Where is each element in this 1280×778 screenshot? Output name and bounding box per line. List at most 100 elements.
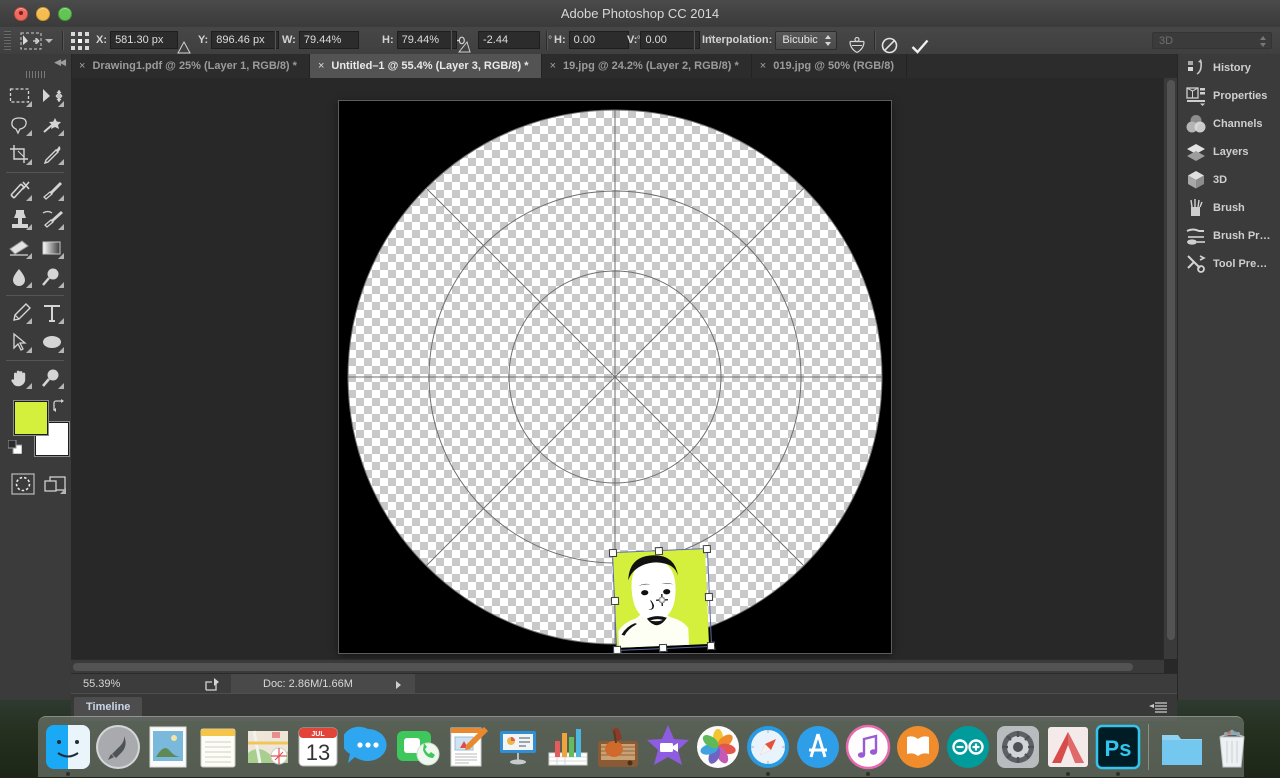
dock-item-app-store[interactable] (794, 723, 842, 771)
dock-item-itunes[interactable] (844, 723, 892, 771)
dock-item-finder[interactable] (44, 723, 92, 771)
dock-item-trash[interactable] (1208, 723, 1256, 771)
close-button[interactable] (14, 7, 28, 21)
maximize-button[interactable] (58, 7, 72, 21)
panel-tab-3d[interactable]: 3D (1178, 166, 1280, 194)
lasso-tool[interactable] (4, 111, 36, 140)
zoom-tool[interactable] (36, 364, 68, 393)
dock-item-photoshop[interactable]: Ps (1094, 723, 1142, 771)
dock-item-arduino[interactable] (944, 723, 992, 771)
handle-bottom-center[interactable] (658, 643, 668, 653)
dock-item-keynote[interactable] (494, 723, 542, 771)
skew-v-input[interactable]: 0.00 (640, 31, 701, 50)
transform-h-input[interactable]: 79.44% (396, 31, 457, 50)
document-tab[interactable]: × 19.jpg @ 24.2% (Layer 2, RGB/8) * (542, 54, 752, 78)
magic-wand-tool[interactable] (36, 111, 68, 140)
move-tool-icon[interactable] (20, 32, 42, 50)
move-tool[interactable] (36, 82, 68, 111)
dock-item-system-preferences[interactable] (994, 723, 1042, 771)
handle-top-left[interactable] (608, 548, 618, 558)
close-icon[interactable]: × (79, 54, 85, 78)
dock-item-launchpad[interactable] (94, 723, 142, 771)
document-workspace[interactable] (71, 78, 1177, 673)
dodge-tool[interactable] (36, 263, 68, 292)
document-tab-active[interactable]: × Untitled–1 @ 55.4% (Layer 3, RGB/8) * (309, 54, 542, 78)
tools-panel-grip[interactable] (26, 71, 46, 78)
dock-item-imovie[interactable] (644, 723, 692, 771)
transform-center-point-icon[interactable] (655, 593, 669, 607)
panel-tab-layers[interactable]: Layers (1178, 138, 1280, 166)
panel-tab-history[interactable]: History (1178, 54, 1280, 82)
hand-tool[interactable] (4, 364, 36, 393)
ellipse-tool[interactable] (36, 328, 68, 357)
canvas[interactable] (339, 101, 891, 653)
dock-item-photos[interactable] (694, 723, 742, 771)
3d-mode-select[interactable]: 3D (1152, 32, 1272, 49)
dock-item-facetime[interactable] (394, 723, 442, 771)
default-colors-icon[interactable] (8, 440, 22, 454)
pen-tool[interactable] (4, 299, 36, 328)
horizontal-scrollbar-thumb[interactable] (73, 663, 1133, 671)
transform-y-input[interactable]: 896.46 px (211, 31, 280, 50)
share-icon[interactable] (205, 678, 221, 691)
transform-w-input[interactable]: 79.44% (298, 31, 359, 50)
handle-bottom-left[interactable] (612, 645, 622, 653)
vertical-scrollbar[interactable] (1163, 78, 1177, 659)
dock-item-numbers[interactable] (544, 723, 592, 771)
close-icon[interactable]: × (760, 54, 766, 78)
transform-reference-point-icon[interactable] (71, 32, 89, 50)
dock-item-messages[interactable] (342, 723, 392, 771)
dock-item-notes[interactable] (194, 723, 242, 771)
foreground-color-swatch[interactable] (14, 401, 48, 435)
eraser-tool[interactable] (4, 234, 36, 263)
history-brush-tool[interactable] (36, 205, 68, 234)
dock-item-garageband[interactable] (594, 723, 642, 771)
transform-rotate-input[interactable]: -2.44 (478, 31, 540, 50)
dock-item-maps[interactable] (244, 723, 292, 771)
crop-tool[interactable] (4, 140, 36, 169)
eyedropper-tool[interactable] (36, 140, 68, 169)
brush-tool[interactable] (36, 176, 68, 205)
document-tab[interactable]: × Drawing1.pdf @ 25% (Layer 1, RGB/8) * (71, 54, 310, 78)
handle-top-center[interactable] (654, 546, 664, 556)
gradient-tool[interactable] (36, 234, 68, 263)
quick-mask-mode-icon[interactable] (6, 469, 38, 498)
close-icon[interactable]: × (318, 54, 324, 78)
blur-tool[interactable] (4, 263, 36, 292)
tool-preset-chevron-icon[interactable] (45, 39, 53, 43)
dock-item-calendar[interactable]: JUL 13 (294, 723, 342, 771)
status-expand-icon[interactable] (396, 681, 401, 689)
handle-middle-left[interactable] (610, 596, 620, 606)
zoom-level[interactable]: 55.39% (83, 674, 120, 694)
handle-middle-right[interactable] (704, 592, 714, 602)
panel-menu-icon[interactable] (1149, 702, 1167, 713)
panel-tab-channels[interactable]: Channels (1178, 110, 1280, 138)
options-bar-grip[interactable] (4, 31, 11, 50)
swap-colors-icon[interactable] (52, 399, 66, 413)
clone-stamp-tool[interactable] (4, 205, 36, 234)
dock-item-pages[interactable] (444, 723, 492, 771)
panel-tab-brush[interactable]: Brush (1178, 194, 1280, 222)
skew-h-input[interactable]: 0.00 (568, 31, 629, 50)
minimize-button[interactable] (36, 7, 50, 21)
transform-x-input[interactable]: 581.30 px (110, 31, 179, 50)
document-tab[interactable]: × 019.jpg @ 50% (RGB/8) (752, 54, 907, 78)
rectangular-marquee-tool[interactable] (4, 82, 36, 111)
horizontal-scrollbar[interactable] (71, 659, 1164, 673)
screen-mode-icon[interactable] (38, 469, 70, 498)
dock-item-documents-folder[interactable] (1158, 723, 1206, 771)
dock-item-preview[interactable] (144, 723, 192, 771)
handle-bottom-right[interactable] (706, 641, 716, 651)
dock-item-autocad[interactable] (1044, 723, 1092, 771)
interpolation-select[interactable]: Bicubic (775, 30, 837, 50)
close-icon[interactable]: × (550, 54, 556, 78)
panel-tab-tool-presets[interactable]: Tool Pre… (1178, 250, 1280, 278)
path-selection-tool[interactable] (4, 328, 36, 357)
vertical-scrollbar-thumb[interactable] (1167, 80, 1175, 640)
document-size-info[interactable]: Doc: 2.86M/1.66M (231, 674, 415, 694)
panel-tab-brush-presets[interactable]: Brush Pr… (1178, 222, 1280, 250)
handle-top-right[interactable] (702, 544, 712, 554)
transform-bounding-box[interactable] (608, 544, 716, 653)
tools-collapse-button[interactable]: ◀◀ (0, 54, 71, 68)
spot-healing-brush-tool[interactable] (4, 176, 36, 205)
